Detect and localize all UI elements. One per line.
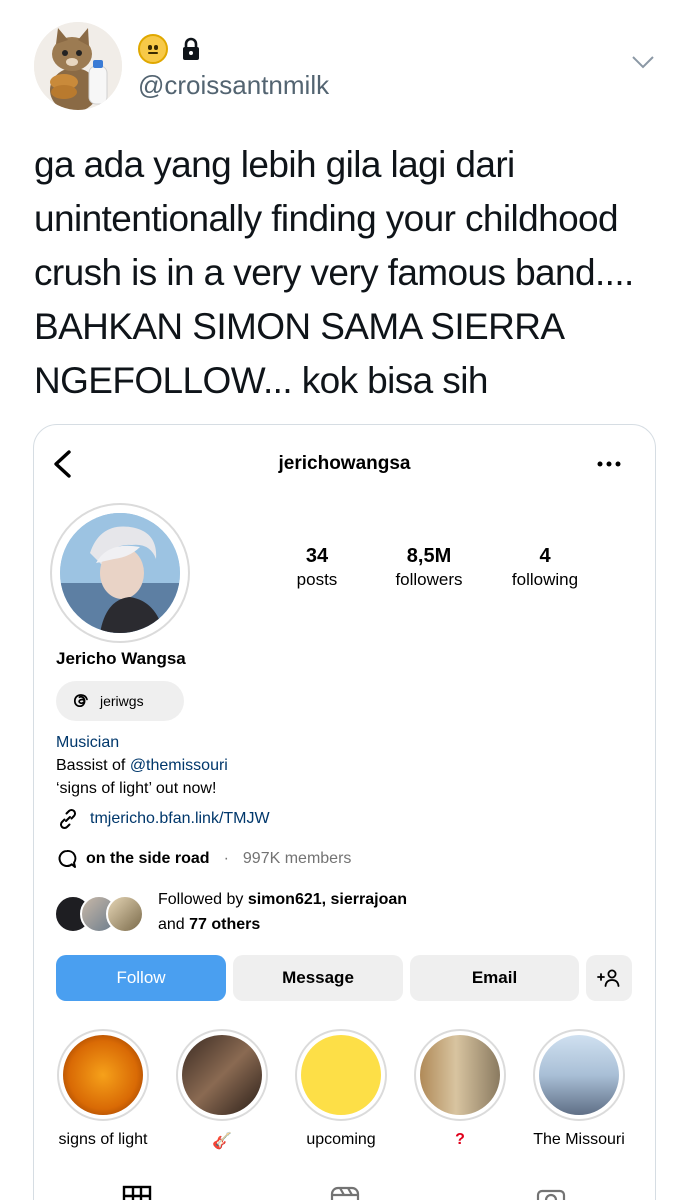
highlight-ring xyxy=(176,1029,268,1121)
author-avatar[interactable] xyxy=(34,22,122,110)
threads-badge: jeriwgs xyxy=(56,681,184,721)
followed-others: 77 others xyxy=(189,916,261,933)
profile-bio: Musician Bassist of @themissouri ‘signs … xyxy=(56,731,228,800)
highlight-label: The Missouri xyxy=(533,1131,625,1148)
profile-avatar-ring xyxy=(50,503,190,643)
stat-value: 8,5M xyxy=(406,545,452,567)
name-row xyxy=(138,34,204,64)
message-button: Message xyxy=(233,955,403,1001)
tweet-text-line: unintentionally finding your childhood xyxy=(34,198,619,239)
stat-following[interactable]: 4 following xyxy=(504,545,586,590)
highlight-signs-of-light: signs of light xyxy=(55,1029,151,1149)
author-handle[interactable]: @croissantnmilk xyxy=(138,70,329,101)
profile-category: Musician xyxy=(56,734,120,751)
highlight-guitar: 🎸 xyxy=(174,1029,270,1151)
bio-line-1: Bassist of @themissouri xyxy=(56,754,228,777)
reels-icon xyxy=(330,1186,360,1200)
grid-icon xyxy=(122,1185,152,1200)
email-button: Email xyxy=(410,955,579,1001)
highlight-cover xyxy=(63,1035,143,1115)
link-icon xyxy=(59,808,77,830)
more-options-icon xyxy=(597,461,621,467)
profile-link: tmjericho.bfan.link/TMJW xyxy=(90,810,270,827)
highlight-label: signs of light xyxy=(58,1131,148,1148)
followed-by-text: Followed by simon621, sierrajoan and 77 … xyxy=(158,887,578,937)
tweet-text-line: crush is in a very very famous band.... xyxy=(34,252,634,293)
highlight-upcoming: upcoming xyxy=(293,1029,389,1149)
stat-followers[interactable]: 8,5M followers xyxy=(388,545,470,590)
lock-icon xyxy=(183,37,199,60)
highlight-cover xyxy=(420,1035,500,1115)
tweet-text-line: ga ada yang lebih gila lagi dari xyxy=(34,144,515,185)
follow-button: Follow xyxy=(56,955,226,1001)
broadcast-channel-icon xyxy=(58,849,77,868)
profile-avatar xyxy=(60,513,180,633)
instagram-profile-screenshot: jerichowangsa 34 posts 8,5M followers 4 … xyxy=(34,425,655,1200)
highlight-cover xyxy=(539,1035,619,1115)
followed-and: and xyxy=(158,916,190,933)
stat-label: following xyxy=(511,570,579,589)
followed-names: simon621, sierrajoan xyxy=(247,891,408,908)
threads-handle: jeriwgs xyxy=(100,693,144,709)
profile-username: jerichowangsa xyxy=(278,453,411,474)
highlight-cover xyxy=(301,1035,381,1115)
bio-line-2: ‘signs of light’ out now! xyxy=(56,780,217,797)
highlight-question: ? xyxy=(412,1029,508,1149)
stat-label: followers xyxy=(395,570,463,589)
profile-tab-bar xyxy=(34,1181,655,1200)
broadcast-channel-row: on the side road · 997K members xyxy=(56,848,351,870)
stat-posts[interactable]: 34 posts xyxy=(289,545,345,590)
stat-label: posts xyxy=(296,570,338,589)
highlight-cover xyxy=(182,1035,262,1115)
highlight-ring xyxy=(295,1029,387,1121)
tweet-header: @croissantnmilk xyxy=(34,22,664,112)
tweet-text-line: BAHKAN SIMON SAMA SIERRA xyxy=(34,306,565,347)
neutral-face-emoji-icon xyxy=(138,34,168,64)
add-user-icon xyxy=(597,969,620,987)
threads-icon xyxy=(73,694,88,708)
highlight-ring xyxy=(57,1029,149,1121)
channel-members: 997K members xyxy=(242,850,352,867)
highlight-label: 🎸 xyxy=(212,1133,232,1150)
highlight-label: ? xyxy=(455,1131,465,1148)
follower-avatar xyxy=(106,895,144,933)
stat-value: 4 xyxy=(539,545,551,567)
separator-dot: · xyxy=(223,850,229,867)
highlight-ring xyxy=(414,1029,506,1121)
profile-full-name: Jericho Wangsa xyxy=(56,649,186,668)
tweet-text-line: NGEFOLLOW... kok bisa sih xyxy=(34,360,488,401)
mention-link: @themissouri xyxy=(129,757,228,774)
chevron-down-icon[interactable] xyxy=(630,52,656,72)
tagged-icon xyxy=(536,1189,566,1200)
stat-value: 34 xyxy=(305,545,329,567)
highlight-ring xyxy=(533,1029,625,1121)
tweet-text: ga ada yang lebih gila lagi dari uninten… xyxy=(34,138,664,408)
add-user-button xyxy=(586,955,632,1001)
highlight-the-missouri: The Missouri xyxy=(531,1029,627,1149)
channel-name: on the side road xyxy=(86,850,210,867)
followed-prefix: Followed by xyxy=(158,891,248,908)
highlight-label: upcoming xyxy=(306,1131,376,1148)
attached-image-card[interactable]: jerichowangsa 34 posts 8,5M followers 4 … xyxy=(33,424,656,1200)
profile-link-row: tmjericho.bfan.link/TMJW xyxy=(56,807,270,831)
bio-text: Bassist of xyxy=(56,757,130,774)
